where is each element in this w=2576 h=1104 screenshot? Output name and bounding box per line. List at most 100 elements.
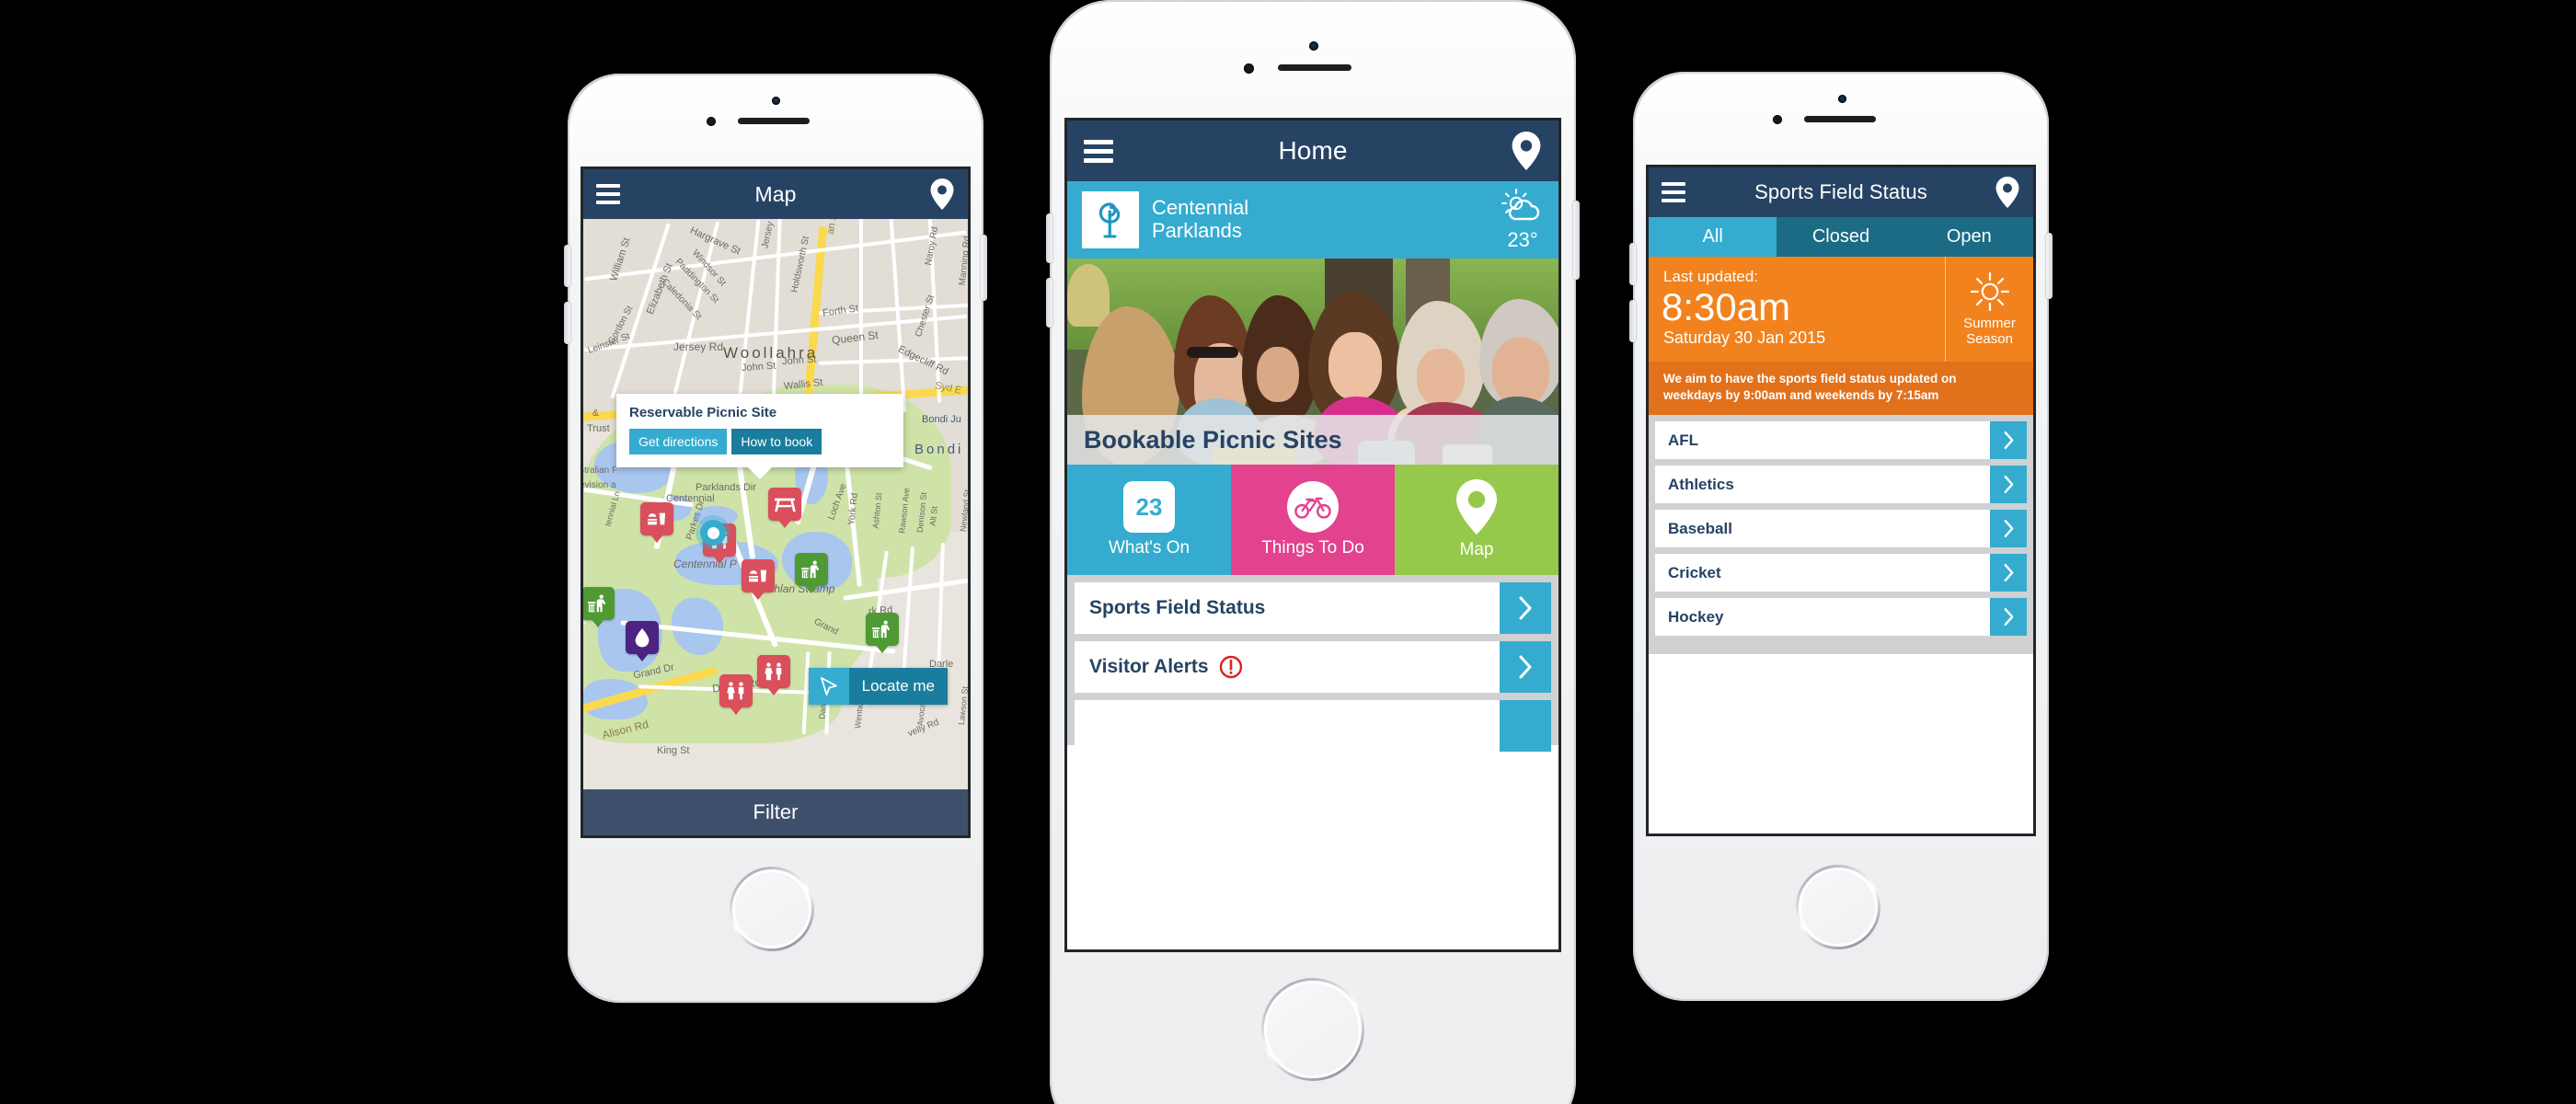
exclamation-circle-icon [1219,655,1243,679]
chevron-right-icon[interactable] [1990,421,2027,460]
callout-buttons: Get directions How to book [629,429,891,454]
map-marker-picnic-table[interactable] [768,488,801,521]
volume-up-button[interactable] [1046,213,1052,263]
location-pin-icon [1456,479,1497,535]
season-line2: Season [1966,331,2013,347]
sport-row-afl[interactable]: AFL [1655,421,2027,460]
map-marker-toilets[interactable] [719,674,753,707]
volume-down-button[interactable] [1629,300,1636,342]
list-item-label-wrap: Visitor Alerts [1075,641,1500,693]
proximity-sensor-icon [1838,95,1846,103]
map-marker-bin[interactable] [795,553,828,586]
power-button[interactable] [1573,201,1580,280]
front-camera-icon [1773,115,1782,124]
hamburger-icon[interactable] [596,184,620,204]
list-item-sports-field-status[interactable]: Sports Field Status [1075,582,1551,634]
power-button[interactable] [981,235,987,301]
season-label: Summer Season [1963,316,2016,348]
season-line1: Summer [1963,316,2016,332]
sport-row-cricket[interactable]: Cricket [1655,554,2027,592]
whats-on-count: 23 [1135,492,1163,521]
filter-bar[interactable]: Filter [583,789,968,835]
front-camera-icon [1244,63,1254,74]
sport-label: AFL [1668,431,1699,449]
screen-left: Map William St Elizabeth St Hargrave St … [583,169,968,835]
chevron-right-icon[interactable] [1500,641,1551,693]
weather-widget: 23° [1501,188,1544,252]
home-button[interactable] [1261,978,1364,1081]
callout-tail [747,466,773,479]
map-marker-toilets[interactable] [757,655,790,688]
sport-label: Athletics [1668,475,1734,493]
sport-label: Baseball [1668,519,1732,537]
callout-title: Reservable Picnic Site [629,405,777,420]
hamburger-icon[interactable] [1662,182,1685,202]
calendar-badge-icon: 23 [1123,481,1175,533]
sun-behind-cloud-icon [1501,188,1540,220]
hamburger-icon[interactable] [1084,139,1113,163]
status-note: We aim to have the sports field status u… [1649,362,2033,416]
tab-closed[interactable]: Closed [1777,217,1905,257]
tile-whats-on[interactable]: 23 What's On [1067,465,1231,575]
bicycle-icon [1287,481,1339,533]
screen-right: Sports Field Status All Closed Open Last… [1649,167,2033,834]
map-marker-food-kiosk[interactable] [742,559,775,592]
map-canvas[interactable]: William St Elizabeth St Hargrave St Wind… [583,219,968,789]
volume-down-button[interactable] [564,302,570,344]
tile-map[interactable]: Map [1395,465,1558,575]
map-marker-water-drop[interactable] [626,621,659,654]
location-pin-icon[interactable] [929,178,955,210]
sport-row-baseball[interactable]: Baseball [1655,510,2027,548]
app-bar-sports: Sports Field Status [1649,167,2033,217]
volume-down-button[interactable] [1046,278,1052,328]
last-updated-label: Last updated: [1663,268,1759,285]
location-pin-icon[interactable] [1995,177,2020,208]
list-item-visitor-alerts[interactable]: Visitor Alerts [1075,641,1551,693]
last-updated-date: Saturday 30 Jan 2015 [1663,328,1826,348]
tab-open[interactable]: Open [1904,217,2033,257]
home-button[interactable] [730,867,814,951]
proximity-sensor-icon [772,97,780,105]
home-button[interactable] [1796,865,1880,949]
tile-label: Map [1459,540,1494,559]
location-pin-icon[interactable] [1511,132,1542,170]
map-marker-bin[interactable] [583,587,615,620]
chevron-right-icon[interactable] [1990,554,2027,592]
page-title: Home [1278,136,1348,165]
list-item-partial[interactable] [1075,700,1551,752]
locate-me-button[interactable]: Locate me [808,668,948,705]
how-to-book-button[interactable]: How to book [731,429,822,454]
list-item-label [1075,700,1500,752]
volume-up-button[interactable] [564,245,570,287]
tile-label: Things To Do [1261,538,1364,558]
map-marker-food-kiosk[interactable] [640,502,673,535]
hero-caption: Bookable Picnic Sites [1067,415,1558,465]
season-block: Summer Season [1945,257,2033,362]
locate-me-label: Locate me [848,668,948,705]
last-updated-block: Last updated: 8:30am Saturday 30 Jan 201… [1649,257,1945,362]
cp-monogram-logo [1082,191,1139,248]
map-marker-bin[interactable] [866,613,899,646]
tile-label: What's On [1108,538,1190,558]
brand-name-line2: Parklands [1152,219,1242,242]
phone-right-sports: Sports Field Status All Closed Open Last… [1629,72,2053,1001]
chevron-right-icon[interactable] [1990,510,2027,548]
sport-row-hockey[interactable]: Hockey [1655,598,2027,637]
chevron-right-icon[interactable] [1500,700,1551,752]
sport-row-athletics[interactable]: Athletics [1655,466,2027,504]
front-camera-icon [707,117,716,126]
cursor-arrow-icon [808,668,849,705]
chevron-right-icon[interactable] [1500,582,1551,634]
current-location-dot [700,520,726,546]
tab-all[interactable]: All [1649,217,1777,257]
brand-bar: Centennial Parklands 23° [1067,181,1558,259]
temperature-value: 23° [1507,227,1538,251]
get-directions-button[interactable]: Get directions [629,429,728,454]
sun-icon [1970,272,2009,312]
chevron-right-icon[interactable] [1990,598,2027,637]
volume-up-button[interactable] [1629,243,1636,285]
tile-things-to-do[interactable]: Things To Do [1231,465,1395,575]
hero-image: Bookable Picnic Sites [1067,259,1558,465]
power-button[interactable] [2046,233,2053,299]
chevron-right-icon[interactable] [1990,466,2027,504]
